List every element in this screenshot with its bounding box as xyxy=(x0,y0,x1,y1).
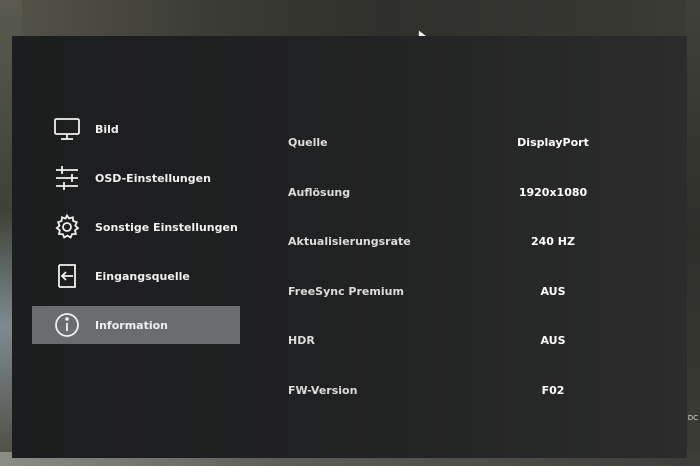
menu-item-eingangsquelle[interactable]: Eingangsquelle xyxy=(32,257,240,295)
info-row-aufloesung: Auflösung 1920x1080 xyxy=(288,168,668,218)
osd-panel: Bild OSD-Einstellungen Sonstige Einstell… xyxy=(12,36,687,458)
info-value: 1920x1080 xyxy=(518,185,588,199)
info-value: AUS xyxy=(540,284,566,298)
info-icon xyxy=(52,310,82,340)
info-label: FW-Version xyxy=(288,383,358,397)
info-value: DisplayPort xyxy=(517,136,589,150)
background-top xyxy=(0,0,700,36)
sliders-icon xyxy=(52,163,82,193)
background-right xyxy=(686,0,700,466)
info-value: 240 HZ xyxy=(531,235,575,249)
menu-item-osd-einstellungen[interactable]: OSD-Einstellungen xyxy=(32,159,240,197)
info-label: Auflösung xyxy=(288,185,351,199)
menu-item-label: Information xyxy=(95,318,168,332)
menu-item-sonstige-einstellungen[interactable]: Sonstige Einstellungen xyxy=(32,208,240,246)
edge-text: DC xyxy=(687,414,698,422)
monitor-icon xyxy=(52,114,82,144)
menu-item-information[interactable]: Information xyxy=(32,306,240,344)
information-table: Quelle DisplayPort Auflösung 1920x1080 A… xyxy=(288,118,668,415)
menu-item-label: Bild xyxy=(95,122,119,136)
gear-icon xyxy=(52,212,82,242)
menu-item-label: Eingangsquelle xyxy=(95,269,190,283)
info-row-hdr: HDR AUS xyxy=(288,316,668,366)
info-row-freesync-premium: FreeSync Premium AUS xyxy=(288,267,668,317)
info-row-quelle: Quelle DisplayPort xyxy=(288,118,668,168)
info-label: Quelle xyxy=(288,136,328,150)
menu-item-label: Sonstige Einstellungen xyxy=(95,220,238,234)
info-value: AUS xyxy=(540,334,566,348)
info-label: FreeSync Premium xyxy=(288,284,404,298)
input-source-icon xyxy=(52,261,82,291)
menu-item-bild[interactable]: Bild xyxy=(32,110,240,148)
info-row-aktualisierungsrate: Aktualisierungsrate 240 HZ xyxy=(288,217,668,267)
info-label: HDR xyxy=(288,334,315,348)
info-value: F02 xyxy=(541,383,565,397)
osd-menu: Bild OSD-Einstellungen Sonstige Einstell… xyxy=(32,110,240,355)
info-row-fw-version: FW-Version F02 xyxy=(288,366,668,416)
menu-item-label: OSD-Einstellungen xyxy=(95,171,211,185)
info-label: Aktualisierungsrate xyxy=(288,235,411,249)
